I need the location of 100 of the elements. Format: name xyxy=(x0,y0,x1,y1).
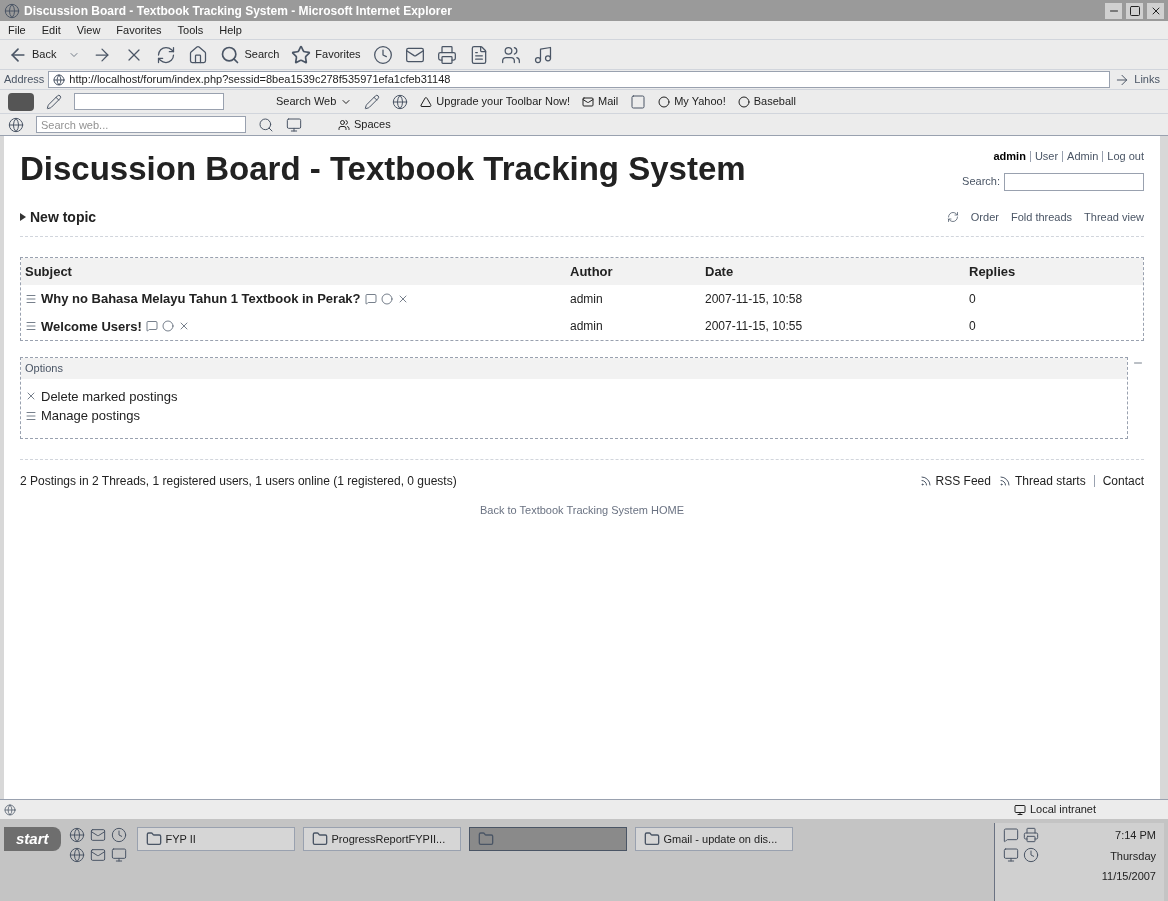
new-topic-link[interactable]: New topic xyxy=(20,206,97,228)
baseball-button[interactable]: Baseball xyxy=(737,93,796,110)
favorites-button[interactable]: Favorites xyxy=(291,44,361,65)
quick-launch-icon xyxy=(111,827,128,843)
browser-icon xyxy=(4,2,20,19)
address-label: Address xyxy=(4,72,45,88)
back-home-link[interactable]: Back to Textbook Tracking System HOME xyxy=(480,501,684,518)
refresh-icon xyxy=(946,211,959,223)
zone-label: Local intranet xyxy=(1014,801,1164,818)
square-icon xyxy=(630,93,647,110)
search-button[interactable]: Search xyxy=(220,44,280,65)
my-yahoo-button[interactable]: My Yahoo! xyxy=(658,93,726,110)
circle-icon xyxy=(658,95,671,108)
search-web-button[interactable]: Search Web xyxy=(276,93,353,110)
stats-text: 2 Postings in 2 Threads, 1 registered users, 1 users online (1 registered, 0 guests) xyxy=(20,472,457,490)
menu-item[interactable]: Edit xyxy=(41,21,61,39)
option-link[interactable]: Delete marked postings xyxy=(25,386,1123,406)
monitor-icon xyxy=(1014,803,1026,816)
view-link[interactable]: Fold threads xyxy=(1010,208,1073,226)
spaces-button[interactable]: Spaces xyxy=(338,116,391,133)
history-icon xyxy=(372,44,393,65)
close-button[interactable] xyxy=(1147,2,1164,19)
footer-link[interactable]: Contact xyxy=(1102,471,1144,490)
view-link[interactable]: Thread view xyxy=(1084,208,1144,226)
thread-subject[interactable]: Welcome Users! xyxy=(41,316,142,336)
date-cell-text: 2007-11-15, 10:58 xyxy=(705,290,804,308)
column-header[interactable]: Date xyxy=(705,261,969,281)
upgrade-button[interactable]: Upgrade your Toolbar Now! xyxy=(420,93,571,110)
tray-icon xyxy=(1023,827,1039,843)
triangle-icon xyxy=(20,213,26,221)
pencil-icon xyxy=(364,93,381,110)
feed-icon xyxy=(998,474,1011,487)
taskbar-button[interactable]: Gmail - update on dis... xyxy=(634,827,793,851)
folder-icon xyxy=(145,831,162,847)
globe-icon xyxy=(392,93,409,110)
quick-launch-icon xyxy=(89,847,106,863)
user-link[interactable]: Log out xyxy=(1107,148,1144,165)
quick-launch-icon xyxy=(111,847,128,863)
star-icon xyxy=(291,44,312,65)
yahoo-search-field[interactable] xyxy=(74,93,224,110)
options-header: Options xyxy=(21,358,1127,379)
quick-launch-icon xyxy=(68,847,85,863)
pencil-icon xyxy=(46,93,62,110)
thread-icon xyxy=(25,320,37,333)
column-header[interactable]: Subject xyxy=(25,261,570,281)
forum-search-field[interactable] xyxy=(1004,172,1144,191)
user-link[interactable]: User xyxy=(1034,148,1059,165)
folder-icon xyxy=(643,831,660,847)
page-title: Discussion Board - Textbook Tracking System xyxy=(20,149,746,189)
circle-icon xyxy=(380,292,393,305)
page-icon xyxy=(53,73,66,86)
username: admin xyxy=(993,149,1026,164)
globe-icon xyxy=(8,116,24,133)
back-button[interactable]: Back xyxy=(8,44,57,65)
folder-icon xyxy=(311,831,328,847)
clock-date: 11/15/2007 xyxy=(1101,869,1156,884)
tray-icon xyxy=(1003,847,1019,863)
menu-item[interactable]: Tools xyxy=(177,21,204,39)
user-link[interactable]: Admin xyxy=(1067,148,1099,165)
monitor-icon xyxy=(286,116,302,133)
taskbar-button[interactable]: FYP II xyxy=(136,827,295,851)
tray-icon xyxy=(1023,847,1039,863)
quick-launch-icon xyxy=(89,827,106,843)
menu-item[interactable]: Help xyxy=(219,21,242,39)
menu-item[interactable]: Favorites xyxy=(116,21,162,39)
circle-icon xyxy=(737,95,750,108)
mail-icon xyxy=(582,95,595,108)
address-field[interactable]: http://localhost/forum/index.php?sessid=8bea1539c278f535971efa1cfeb31148 xyxy=(48,71,1111,88)
refresh-icon xyxy=(156,44,177,65)
links-label[interactable]: Links xyxy=(1134,71,1164,88)
column-header[interactable]: Replies xyxy=(969,261,1139,281)
mail-button[interactable]: Mail xyxy=(582,93,619,110)
comment-icon xyxy=(364,292,377,305)
start-button[interactable]: start xyxy=(4,827,61,851)
footer-link[interactable]: Thread starts xyxy=(998,471,1086,490)
people-icon xyxy=(500,44,521,65)
maximize-button[interactable] xyxy=(1126,2,1143,19)
circle-icon xyxy=(161,320,174,333)
thread-icon xyxy=(25,292,37,305)
replies-cell-text: 0 xyxy=(969,290,977,308)
address-text: http://localhost/forum/index.php?sessid=8bea1539c278f535971efa1cfeb31148 xyxy=(69,72,451,88)
page-icon xyxy=(4,803,16,816)
taskbar-button[interactable] xyxy=(468,827,627,851)
view-link[interactable]: Order xyxy=(970,208,999,226)
footer-link[interactable]: RSS Feed xyxy=(919,471,991,490)
list-icon xyxy=(25,409,37,422)
replies-cell-text: 0 xyxy=(969,318,977,336)
web-search-field[interactable]: Search web... xyxy=(36,116,246,133)
taskbar-button[interactable]: ProgressReportFYPII... xyxy=(302,827,461,851)
menu-item[interactable]: View xyxy=(76,21,101,39)
print-icon xyxy=(436,44,457,65)
column-header[interactable]: Author xyxy=(570,261,705,281)
feed-icon xyxy=(919,474,932,487)
media-icon xyxy=(532,44,553,65)
menu-item[interactable]: File xyxy=(8,21,26,39)
author-cell-text: admin xyxy=(570,290,604,308)
option-link[interactable]: Manage postings xyxy=(25,406,1123,426)
thread-subject[interactable]: Why no Bahasa Melayu Tahun 1 Textbook in Perak? xyxy=(41,289,361,309)
search-label: Search: xyxy=(962,174,1000,190)
folder-icon xyxy=(477,831,494,847)
